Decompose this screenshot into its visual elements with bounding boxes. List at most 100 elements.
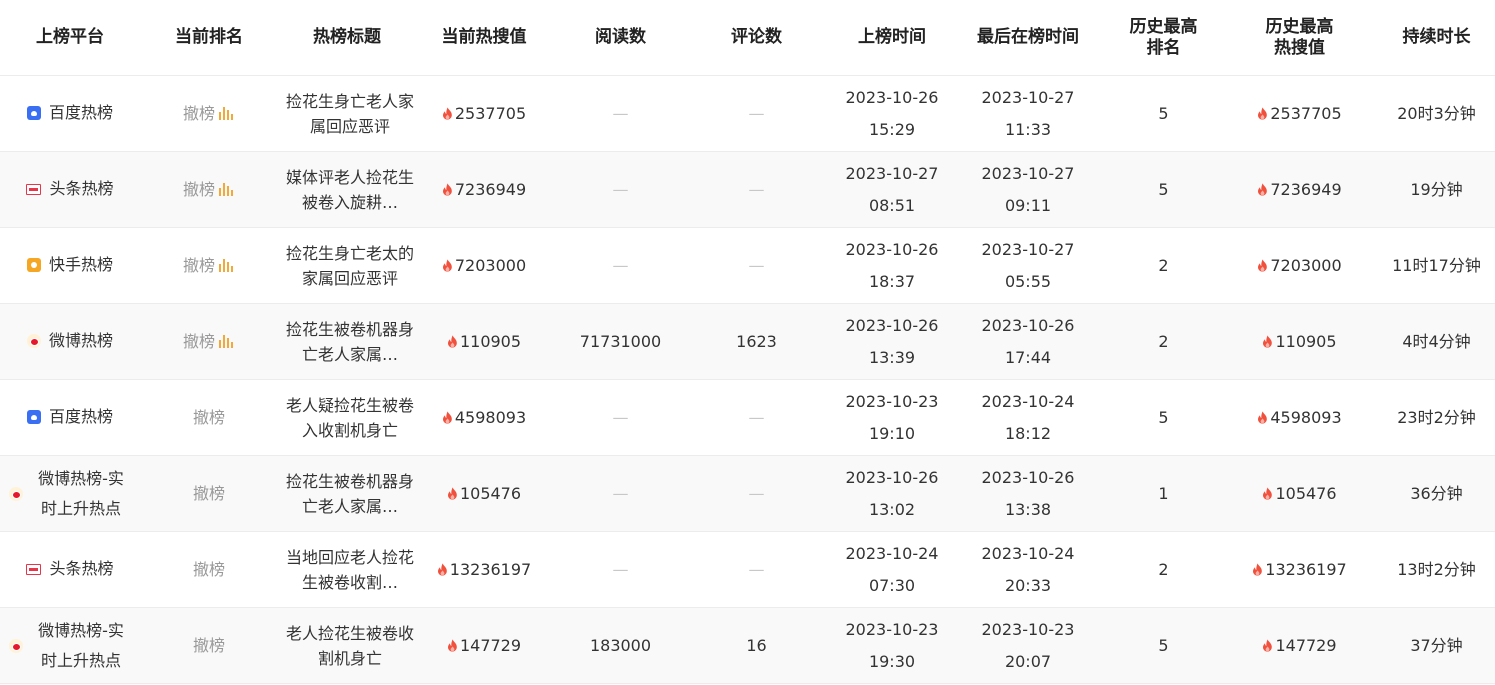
col-header-best-rank[interactable]: 历史最高排名 [1096, 0, 1231, 76]
last-date: 2023-10-24 [981, 391, 1075, 411]
duration-cell: 20时3分钟 [1368, 75, 1495, 152]
best-rank-value: 5 [1158, 179, 1169, 199]
fire-icon [442, 256, 455, 275]
platform-name: 微博热榜 [48, 330, 113, 350]
table-row[interactable]: 头条热榜 撤榜 媒体评老人捡花生被卷入旋耕… 7236949 — — 2023-10-27 0… [0, 151, 1495, 228]
reads-value: — [612, 179, 629, 199]
hot-title-link[interactable]: 当地回应老人捡花生被卷收割… [286, 545, 414, 595]
col-header-current-rank[interactable]: 当前排名 [140, 0, 278, 76]
hot-title-link[interactable]: 捡花生身亡老人家属回应恶评 [286, 89, 414, 139]
col-header-title[interactable]: 热榜标题 [278, 0, 416, 76]
best-rank-cell: 1 [1096, 455, 1231, 532]
hot-title-link[interactable]: 老人疑捡花生被卷入收割机身亡 [286, 393, 414, 443]
baidu-icon [26, 105, 41, 120]
trend-bars-icon[interactable] [219, 258, 235, 272]
last-time-cell: 2023-10-27 05:55 [960, 227, 1096, 304]
platform-link[interactable]: 微博热榜 [26, 328, 113, 354]
comments-cell: 16 [689, 607, 824, 684]
trend-bars-icon[interactable] [219, 106, 235, 120]
start-date: 2023-10-26 [845, 87, 939, 107]
last-time-cell: 2023-10-24 20:33 [960, 531, 1096, 608]
table-row[interactable]: 微博热榜 撤榜 捡花生被卷机器身亡老人家属… 110905 71731000 1623 20… [0, 303, 1495, 380]
best-heat-value: 110905 [1275, 331, 1337, 351]
platform-cell: 百度热榜 [0, 75, 140, 152]
weibo-icon [26, 333, 41, 348]
reads-cell: 183000 [552, 607, 689, 684]
table-header-row: 上榜平台 当前排名 热榜标题 当前热搜值 阅读数 评论数 上榜时间 最后在榜时间… [0, 0, 1495, 76]
col-header-reads[interactable]: 阅读数 [552, 0, 689, 76]
title-cell: 老人捡花生被卷收割机身亡 [278, 607, 416, 684]
best-rank-value: 2 [1158, 255, 1169, 275]
platform-link[interactable]: 微博热榜-实时上升热点 [9, 616, 131, 676]
last-date: 2023-10-23 [981, 619, 1075, 639]
table-row[interactable]: 微博热榜-实时上升热点 撤榜 捡花生被卷机器身亡老人家属… 105476 — — 2023-… [0, 455, 1495, 532]
start-time-cell: 2023-10-26 18:37 [824, 227, 960, 304]
platform-cell: 微博热榜 [0, 303, 140, 380]
hot-title-link[interactable]: 媒体评老人捡花生被卷入旋耕… [286, 165, 414, 215]
reads-cell: — [552, 151, 689, 228]
platform-name: 百度热榜 [48, 102, 113, 122]
table-row[interactable]: 微博热榜-实时上升热点 撤榜 老人捡花生被卷收割机身亡 147729 183000 16 2… [0, 607, 1495, 684]
hot-title-link[interactable]: 捡花生身亡老太的家属回应恶评 [286, 241, 414, 291]
table-row[interactable]: 百度热榜 撤榜 捡花生身亡老人家属回应恶评 2537705 — — 2023-10-26 15… [0, 75, 1495, 152]
comments-cell: 1623 [689, 303, 824, 380]
best-heat-cell: 147729 [1231, 607, 1368, 684]
last-clock: 11:33 [1004, 119, 1052, 139]
col-header-best-heat[interactable]: 历史最高热搜值 [1231, 0, 1368, 76]
platform-link[interactable]: 百度热榜 [26, 100, 113, 126]
platform-link[interactable]: 头条热榜 [26, 556, 114, 582]
trend-bars-icon[interactable] [219, 334, 235, 348]
platform-link[interactable]: 百度热榜 [26, 404, 113, 430]
hot-title-link[interactable]: 老人捡花生被卷收割机身亡 [286, 621, 414, 671]
platform-name: 快手热榜 [48, 254, 113, 274]
best-rank-cell: 2 [1096, 531, 1231, 608]
col-header-last-time[interactable]: 最后在榜时间 [960, 0, 1096, 76]
start-time-cell: 2023-10-26 15:29 [824, 75, 960, 152]
weibo-icon [9, 486, 23, 501]
last-time-cell: 2023-10-27 09:11 [960, 151, 1096, 228]
table-row[interactable]: 快手热榜 撤榜 捡花生身亡老太的家属回应恶评 7203000 — — 2023-10-26 1… [0, 227, 1495, 304]
reads-value: — [612, 483, 629, 503]
comments-cell: — [689, 75, 824, 152]
hot-title-link[interactable]: 捡花生被卷机器身亡老人家属… [286, 469, 414, 519]
platform-link[interactable]: 快手热榜 [26, 252, 113, 278]
platform-link[interactable]: 微博热榜-实时上升热点 [9, 464, 131, 524]
duration-value: 13时2分钟 [1397, 559, 1476, 579]
table-row[interactable]: 百度热榜 撤榜 老人疑捡花生被卷入收割机身亡 4598093 — — 2023-10-23 1… [0, 379, 1495, 456]
duration-cell: 13时2分钟 [1368, 531, 1495, 608]
col-header-start-time[interactable]: 上榜时间 [824, 0, 960, 76]
col-header-comments[interactable]: 评论数 [689, 0, 824, 76]
table-row[interactable]: 头条热榜 撤榜 当地回应老人捡花生被卷收割… 13236197 — — 2023-10-24… [0, 531, 1495, 608]
last-clock: 20:07 [1004, 651, 1052, 671]
start-clock: 13:02 [868, 499, 916, 519]
current-heat-cell: 110905 [416, 303, 552, 380]
reads-cell: — [552, 227, 689, 304]
platform-cell: 微博热榜-实时上升热点 [0, 455, 140, 532]
start-date: 2023-10-24 [845, 543, 939, 563]
col-header-best-rank-text: 历史最高排名 [1129, 16, 1198, 58]
status-badge: 撤榜 [182, 103, 215, 123]
reads-value: 71731000 [579, 331, 662, 351]
trend-bars-icon[interactable] [219, 182, 235, 196]
duration-value: 37分钟 [1410, 635, 1463, 655]
comments-value: — [748, 483, 765, 503]
best-rank-value: 5 [1158, 407, 1169, 427]
platform-name: 头条热榜 [49, 559, 114, 579]
start-time-cell: 2023-10-24 07:30 [824, 531, 960, 608]
platform-name: 微博热榜-实时上升热点 [38, 468, 124, 518]
reads-value: — [612, 407, 629, 427]
col-header-platform[interactable]: 上榜平台 [0, 0, 140, 76]
comments-cell: — [689, 379, 824, 456]
best-heat-value: 147729 [1275, 635, 1337, 655]
last-time-cell: 2023-10-26 17:44 [960, 303, 1096, 380]
hot-title-link[interactable]: 捡花生被卷机器身亡老人家属… [286, 317, 414, 367]
best-rank-cell: 5 [1096, 151, 1231, 228]
col-header-current-heat[interactable]: 当前热搜值 [416, 0, 552, 76]
title-cell: 老人疑捡花生被卷入收割机身亡 [278, 379, 416, 456]
status-badge: 撤榜 [182, 179, 215, 199]
platform-link[interactable]: 头条热榜 [26, 176, 114, 202]
status-badge: 撤榜 [182, 255, 215, 275]
last-clock: 05:55 [1004, 271, 1052, 291]
col-header-duration[interactable]: 持续时长 [1368, 0, 1495, 76]
best-rank-value: 2 [1158, 559, 1169, 579]
